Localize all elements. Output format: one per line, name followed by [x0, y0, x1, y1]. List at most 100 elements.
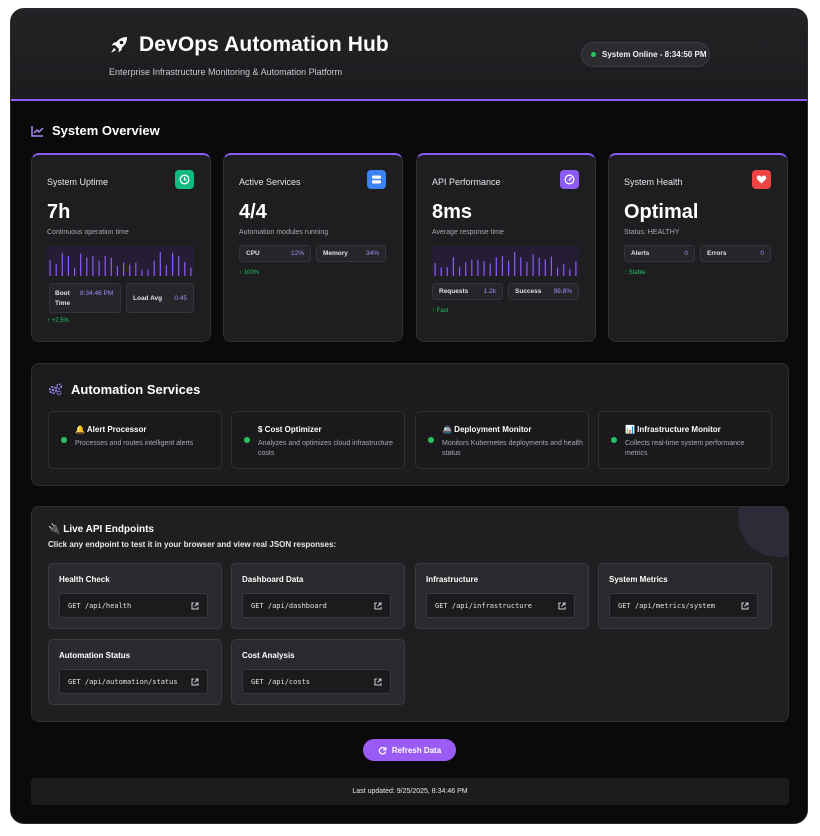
- sparkline-bar: [129, 264, 131, 276]
- service-name: 📊 Infrastructure Monitor: [625, 425, 721, 434]
- last-updated-text: Last updated: 9/25/2025, 8:34:46 PM: [352, 788, 468, 795]
- endpoint-dashboard-data[interactable]: Dashboard Data GET /api/dashboard: [231, 563, 405, 629]
- app-title: DevOps Automation Hub: [139, 33, 389, 56]
- api-endpoints-panel: 🔌 Live API Endpoints Click any endpoint …: [31, 506, 789, 722]
- uptime-sparkline-bars: [49, 252, 192, 276]
- api-metrics: Requests 1.2k Success 99.8%: [432, 283, 579, 300]
- endpoint-url: GET /api/metrics/system: [618, 601, 715, 610]
- system-overview-heading: System Overview: [31, 123, 160, 138]
- success-metric: Success 99.8%: [508, 283, 579, 300]
- endpoint-link[interactable]: GET /api/automation/status: [59, 669, 208, 694]
- refresh-data-button[interactable]: Refresh Data: [363, 739, 456, 761]
- boot-time-value: 8:34:46 PM: [80, 290, 114, 297]
- endpoint-automation-status[interactable]: Automation Status GET /api/automation/st…: [48, 639, 222, 705]
- endpoint-health-check[interactable]: Health Check GET /api/health: [48, 563, 222, 629]
- endpoint-name: Automation Status: [59, 651, 131, 660]
- sparkline-bar: [526, 261, 528, 276]
- external-link-icon: [374, 678, 382, 685]
- endpoint-link[interactable]: GET /api/dashboard: [242, 593, 391, 618]
- api-performance-value: 8ms: [432, 201, 473, 223]
- sparkline-bar: [569, 269, 571, 276]
- services-label: Active Services: [239, 177, 301, 187]
- health-sub: Status: HEALTHY: [624, 229, 680, 236]
- requests-metric: Requests 1.2k: [432, 283, 503, 300]
- services-value: 4/4: [239, 201, 267, 223]
- endpoint-link[interactable]: GET /api/infrastructure: [426, 593, 575, 618]
- sparkline-bar: [49, 260, 51, 276]
- endpoint-url: GET /api/infrastructure: [435, 601, 532, 610]
- memory-label: Memory: [323, 250, 348, 257]
- sparkline-bar: [495, 257, 497, 276]
- endpoint-link[interactable]: GET /api/health: [59, 593, 208, 618]
- errors-value: 0: [760, 250, 764, 257]
- endpoint-link[interactable]: GET /api/costs: [242, 669, 391, 694]
- service-alert-processor[interactable]: 🔔 Alert Processor Processes and routes i…: [48, 411, 222, 469]
- load-avg-box: Load Avg 0.45: [126, 283, 194, 313]
- sparkline-bar: [465, 262, 467, 276]
- sparkline-bar: [575, 261, 577, 276]
- sparkline-bar: [434, 263, 436, 276]
- external-link-icon: [191, 678, 199, 685]
- endpoint-url: GET /api/automation/status: [68, 677, 178, 686]
- sparkline-bar: [563, 264, 565, 276]
- system-overview-title: System Overview: [52, 123, 160, 138]
- sparkline-bar: [477, 259, 479, 276]
- health-metrics: Alerts 0 Errors 0: [624, 245, 771, 262]
- sparkline-bar: [471, 259, 473, 276]
- service-deployment-monitor[interactable]: 🚢 Deployment Monitor Monitors Kubernetes…: [415, 411, 589, 469]
- services-metrics: CPU 12% Memory 34%: [239, 245, 386, 262]
- sparkline-bar: [159, 252, 161, 276]
- memory-metric: Memory 34%: [316, 245, 386, 262]
- api-sparkline: [432, 246, 579, 276]
- sparkline-bar: [446, 267, 448, 276]
- load-avg-value: 0.45: [174, 294, 187, 302]
- endpoint-system-metrics[interactable]: System Metrics GET /api/metrics/system: [598, 563, 772, 629]
- service-infrastructure-monitor[interactable]: 📊 Infrastructure Monitor Collects real-t…: [598, 411, 772, 469]
- alerts-value: 0: [684, 250, 688, 257]
- api-performance-label: API Performance: [432, 177, 501, 187]
- sparkline-bar: [190, 267, 192, 276]
- sparkline-bar: [514, 252, 516, 276]
- footer: Last updated: 9/25/2025, 8:34:46 PM: [31, 778, 789, 805]
- sparkline-bar: [135, 262, 137, 276]
- uptime-label: System Uptime: [47, 177, 109, 187]
- sparkline-bar: [67, 256, 69, 276]
- sparkline-bar: [61, 252, 63, 276]
- memory-value: 34%: [365, 250, 379, 257]
- api-endpoints-title: 🔌 Live API Endpoints: [48, 524, 154, 535]
- sparkline-bar: [532, 254, 534, 276]
- cpu-metric: CPU 12%: [239, 245, 311, 262]
- errors-metric: Errors 0: [700, 245, 771, 262]
- uptime-value: 7h: [47, 201, 71, 223]
- sparkline-bar: [489, 263, 491, 276]
- endpoint-cost-analysis[interactable]: Cost Analysis GET /api/costs: [231, 639, 405, 705]
- boot-time-box: Boot Time 8:34:46 PM: [49, 283, 121, 313]
- endpoint-link[interactable]: GET /api/metrics/system: [609, 593, 758, 618]
- sparkline-bar: [80, 253, 82, 276]
- health-trend: ↑ Stable: [624, 270, 646, 276]
- cpu-label: CPU: [246, 250, 260, 257]
- external-link-icon: [374, 602, 382, 609]
- sparkline-bar: [501, 255, 503, 276]
- sparkline-bar: [452, 257, 454, 276]
- header: DevOps Automation Hub Enterprise Infrast…: [11, 9, 807, 101]
- sparkline-bar: [544, 259, 546, 276]
- sparkline-bar: [178, 255, 180, 276]
- sparkline-bar: [520, 257, 522, 276]
- sparkline-bar: [147, 269, 149, 276]
- uptime-trend: ↑ +2.5%: [47, 318, 69, 324]
- sparkline-bar: [440, 267, 442, 276]
- health-label: System Health: [624, 177, 683, 187]
- services-card: Active Services 4/4 Automation modules r…: [223, 153, 403, 342]
- sparkline-bar: [116, 266, 118, 276]
- endpoint-infrastructure[interactable]: Infrastructure GET /api/infrastructure: [415, 563, 589, 629]
- services-trend: ↑ 100%: [239, 270, 260, 276]
- sparkline-bar: [172, 252, 174, 276]
- sparkline-bar: [557, 267, 559, 276]
- external-link-icon: [558, 602, 566, 609]
- title-row: DevOps Automation Hub: [107, 33, 389, 57]
- service-cost-optimizer[interactable]: $ Cost Optimizer Analyzes and optimizes …: [231, 411, 405, 469]
- endpoint-name: Health Check: [59, 575, 110, 584]
- load-avg-label: Load Avg: [133, 294, 163, 302]
- sparkline-bar: [98, 260, 100, 276]
